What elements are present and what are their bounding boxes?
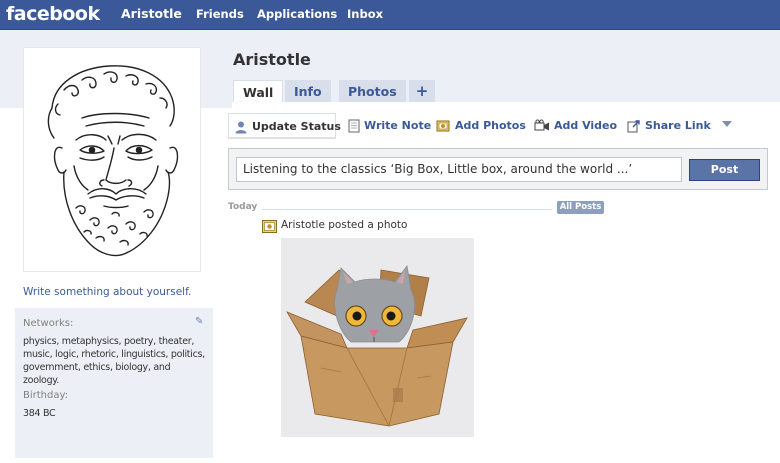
facebook-logo[interactable]: facebook: [6, 3, 100, 25]
bearded-face-drawing: [47, 65, 179, 257]
share-link-button[interactable]: Share Link: [627, 113, 711, 139]
nav-friends-link[interactable]: Friends: [196, 7, 244, 21]
photo-icon: [262, 220, 277, 233]
nav-applications-link[interactable]: Applications: [257, 7, 337, 21]
top-navigation-bar: facebook Aristotle Friends Applications …: [0, 0, 780, 30]
cat-in-box-image: [281, 238, 474, 437]
profile-name: Aristotle: [233, 50, 311, 69]
add-video-label: Add Video: [554, 119, 618, 132]
video-camera-icon: [534, 119, 549, 131]
share-link-icon: [627, 120, 640, 133]
facebook-profile-page: facebook Aristotle Friends Applications …: [0, 0, 780, 463]
share-link-label: Share Link: [645, 119, 711, 132]
add-photos-button[interactable]: Add Photos: [436, 113, 526, 139]
profile-picture[interactable]: [23, 47, 201, 272]
update-status-button[interactable]: Update Status: [228, 113, 341, 139]
profile-info-box: ✎ Networks: physics, metaphysics, poetry…: [15, 308, 213, 458]
add-photos-label: Add Photos: [455, 119, 526, 132]
birthday-label: Birthday:: [23, 390, 69, 401]
nav-profile-link[interactable]: Aristotle: [121, 6, 182, 21]
networks-value: physics, metaphysics, poetry, theater, m…: [23, 336, 205, 386]
status-input[interactable]: Listening to the classics ‘Big Box, Litt…: [236, 157, 682, 182]
networks-label: Networks:: [23, 318, 74, 329]
posted-photo[interactable]: [281, 238, 474, 437]
publisher-actions: Update Status Write Note Add Photos Add …: [228, 113, 768, 139]
pencil-icon[interactable]: ✎: [195, 316, 203, 327]
today-divider-line: [262, 209, 552, 210]
tab-photos[interactable]: Photos: [339, 80, 406, 103]
today-divider-label: Today: [228, 202, 258, 212]
update-status-label: Update Status: [252, 120, 341, 133]
write-about-yourself-link[interactable]: Write something about yourself.: [23, 286, 191, 298]
note-icon: [348, 119, 360, 133]
nav-inbox-link[interactable]: Inbox: [347, 7, 383, 21]
birthday-value: 384 BC: [23, 408, 56, 419]
write-note-button[interactable]: Write Note: [347, 113, 431, 139]
write-note-label: Write Note: [364, 119, 432, 132]
tab-wall[interactable]: Wall: [233, 80, 284, 103]
more-actions-dropdown-icon[interactable]: [722, 121, 732, 127]
all-posts-button[interactable]: All Posts: [557, 201, 604, 214]
tab-info[interactable]: Info: [285, 80, 331, 103]
photo-icon: [436, 120, 450, 132]
add-video-button[interactable]: Add Video: [534, 113, 617, 139]
status-composer: Listening to the classics ‘Big Box, Litt…: [228, 148, 768, 190]
post-button[interactable]: Post: [689, 159, 760, 181]
person-icon: [235, 121, 247, 134]
tab-baseline: [232, 102, 780, 110]
add-tab-button[interactable]: +: [409, 80, 435, 103]
feed-story-text: Aristotle posted a photo: [281, 219, 408, 231]
